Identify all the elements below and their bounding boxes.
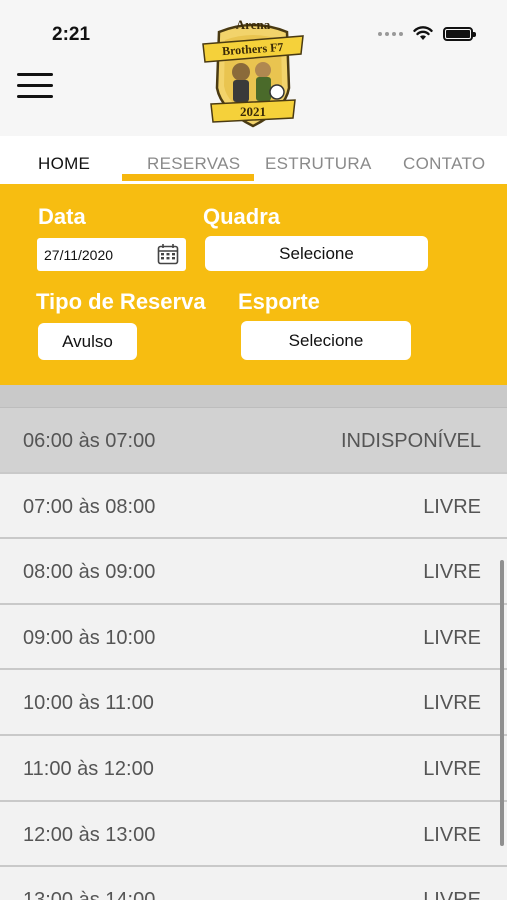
reservation-form: Data Quadra 27/11/2020 Selecione Tipo de… (0, 184, 507, 385)
data-label: Data (38, 204, 86, 229)
date-field[interactable]: 27/11/2020 (37, 238, 186, 271)
esporte-select-button[interactable]: Selecione (241, 321, 411, 360)
active-tab-indicator (122, 174, 254, 181)
wifi-icon (413, 26, 433, 40)
tab-contato[interactable]: CONTATO (403, 154, 485, 174)
calendar-icon[interactable] (157, 243, 179, 265)
slot-status: LIVRE (423, 757, 481, 780)
slot-status: LIVRE (423, 823, 481, 846)
slot-status: LIVRE (423, 692, 481, 715)
tipo-reserva-select-button[interactable]: Avulso (38, 323, 137, 360)
status-time: 2:21 (52, 24, 91, 45)
tab-home[interactable]: HOME (38, 154, 90, 174)
slot-time-range: 10:00 às 11:00 (23, 692, 154, 715)
esporte-label: Esporte (238, 289, 320, 314)
battery-icon (443, 26, 476, 41)
time-slot-row[interactable]: 12:00 às 13:00 LIVRE (0, 801, 507, 868)
slot-time-range: 06:00 às 07:00 (23, 430, 156, 452)
hamburger-menu-icon[interactable] (17, 69, 55, 99)
arena-brothers-logo: Arena Brothers F7 2021 (202, 17, 304, 128)
quadra-select-button[interactable]: Selecione (205, 236, 428, 271)
time-slot-row[interactable]: 06:00 às 07:00 INDISPONÍVEL (0, 408, 507, 474)
time-slot-row[interactable]: 10:00 às 11:00 LIVRE (0, 670, 507, 736)
slot-status: LIVRE (423, 626, 481, 649)
time-slot-list[interactable]: 06:00 às 07:00 INDISPONÍVEL 07:00 às 08:… (0, 385, 507, 900)
time-slot-row[interactable]: 13:00 às 14:00 LIVRE (0, 867, 507, 900)
quadra-label: Quadra (203, 204, 281, 229)
tab-estrutura[interactable]: ESTRUTURA (265, 154, 372, 174)
time-slot-row[interactable]: 09:00 às 10:00 LIVRE (0, 604, 507, 671)
tab-reservas[interactable]: RESERVAS (147, 154, 240, 174)
slot-time-range: 13:00 às 14:00 (23, 889, 155, 900)
slot-status: INDISPONÍVEL (340, 430, 481, 452)
slot-time-range: 07:00 às 08:00 (23, 495, 156, 518)
app-header: Arena Brothers F7 2021 (0, 17, 507, 136)
slot-status: LIVRE (423, 889, 481, 900)
slot-status: LIVRE (423, 495, 481, 518)
time-slot-row[interactable]: 08:00 às 09:00 LIVRE (0, 539, 507, 605)
logo-year-text: 2021 (240, 104, 266, 119)
slot-status: LIVRE (423, 561, 481, 584)
signal-icon (378, 31, 403, 36)
tipo-reserva-label: Tipo de Reserva (36, 289, 206, 314)
slot-time-range: 11:00 às 12:00 (23, 757, 154, 780)
status-icons (378, 26, 476, 41)
list-scrollbar[interactable] (500, 560, 504, 846)
slot-time-range: 08:00 às 09:00 (23, 561, 156, 584)
time-slot-row[interactable]: 11:00 às 12:00 LIVRE (0, 735, 507, 802)
logo-title-text: Arena (236, 17, 271, 32)
date-value: 27/11/2020 (44, 247, 114, 263)
list-header (0, 385, 507, 408)
time-slot-row[interactable]: 07:00 às 08:00 LIVRE (0, 473, 507, 540)
tab-bar: HOME RESERVAS ESTRUTURA CONTATO (0, 136, 507, 184)
slot-time-range: 12:00 às 13:00 (23, 823, 156, 846)
slot-time-range: 09:00 às 10:00 (23, 626, 156, 649)
